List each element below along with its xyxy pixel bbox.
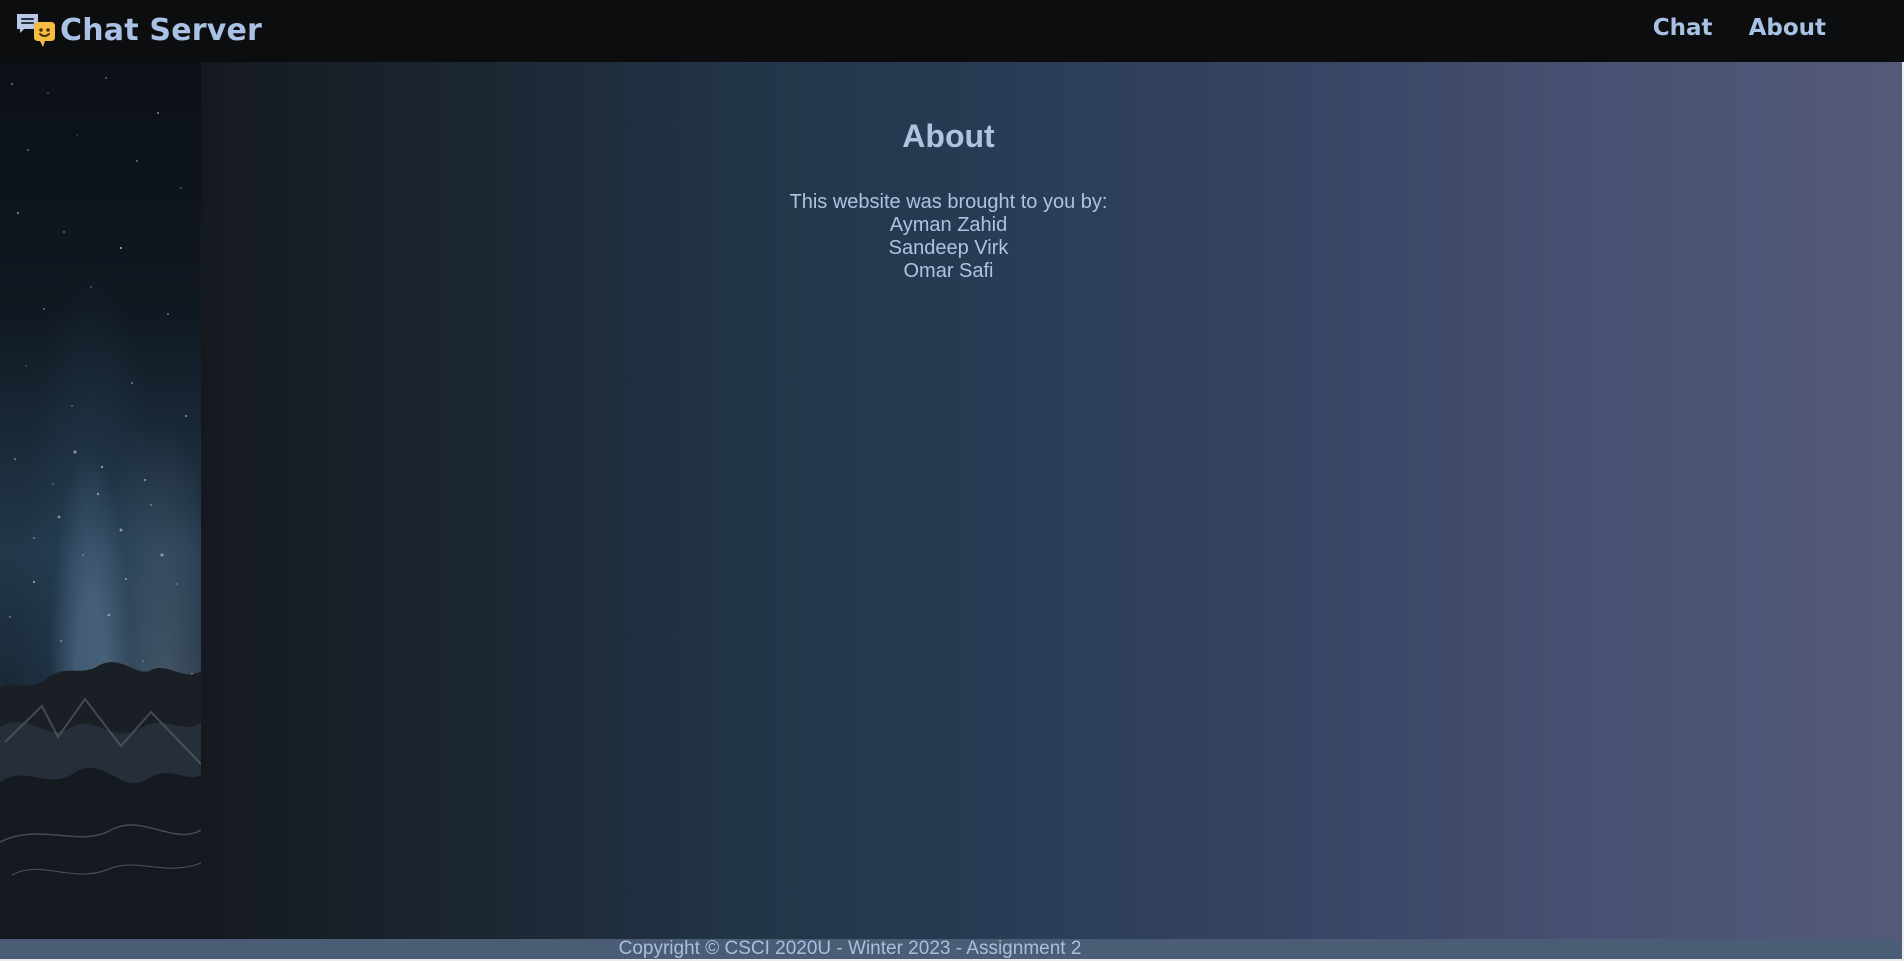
starfield-stars — [0, 62, 201, 939]
credit-name-sandeep: Sandeep Virk — [888, 237, 1009, 260]
site-footer: Copyright © CSCI 2020U - Winter 2023 - A… — [0, 939, 1902, 959]
main-navigation: Chat About — [1653, 12, 1826, 44]
about-heading: About — [902, 118, 995, 154]
starfield-background-image — [0, 62, 201, 939]
site-title: Chat Server — [60, 13, 263, 48]
nav-about-link[interactable]: About — [1749, 16, 1826, 40]
credit-name-ayman: Ayman Zahid — [889, 214, 1008, 237]
top-navigation-bar: Chat Server Chat About — [0, 0, 1904, 62]
credits-intro-text: This website was brought to you by: — [789, 191, 1108, 214]
site-logo-link[interactable]: Chat Server — [16, 8, 262, 54]
page: Chat Server Chat About About This websit… — [0, 0, 1904, 961]
about-content-panel: About This website was brought to you by… — [201, 62, 1902, 939]
copyright-text: Copyright © CSCI 2020U - Winter 2023 - A… — [618, 939, 1082, 959]
about-section: About This website was brought to you by… — [201, 117, 1696, 283]
nav-chat-link[interactable]: Chat — [1653, 16, 1713, 40]
credit-name-omar: Omar Safi — [903, 260, 994, 283]
chat-bubble-icon — [17, 14, 55, 47]
